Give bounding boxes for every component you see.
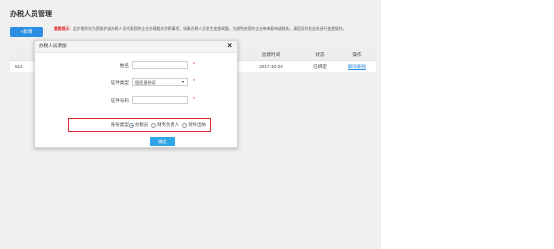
column-header-created: 创建时间	[261, 52, 281, 57]
required-mark: *	[193, 79, 195, 85]
idtype-select[interactable]: 居民身份证	[132, 78, 188, 86]
role-radio-cashier[interactable]: 领导出纳	[182, 122, 206, 128]
unbind-delete-link[interactable]: 解除删除	[348, 64, 366, 69]
add-staff-dialog: 办税人员添加 × 姓名 * 证件类型 居民身份证 * 证件号码 * 身份类型 办…	[34, 40, 238, 148]
page-title: 办税人员管理	[10, 11, 52, 18]
required-mark: *	[193, 62, 195, 68]
column-header-status: 状态	[315, 52, 325, 57]
role-option-label: 办税员	[135, 122, 149, 127]
notice-text: 重要提示：此步操作仅为您维护该办税人员代表您的企业办理相关涉税事项，如果办税人员…	[54, 27, 376, 32]
row-action: 解除删除	[338, 61, 376, 72]
role-option-label: 领导出纳	[188, 122, 206, 127]
radio-selected-icon	[129, 122, 134, 128]
add-button[interactable]: +新增	[10, 27, 43, 37]
row-status: 已绑定	[313, 64, 327, 69]
radio-icon	[151, 122, 157, 128]
close-icon[interactable]: ×	[227, 41, 232, 51]
notice-label: 重要提示：	[54, 27, 73, 31]
idtype-row: 证件类型 居民身份证 *	[35, 78, 239, 88]
name-input[interactable]	[132, 61, 188, 69]
radio-icon	[182, 122, 188, 128]
name-label: 姓名	[119, 63, 129, 68]
idnum-input[interactable]	[132, 96, 188, 104]
column-header-action: 操作	[352, 52, 362, 57]
chevron-down-icon	[182, 81, 184, 83]
idtype-selected: 居民身份证	[135, 80, 156, 85]
dialog-header: 办税人员添加 ×	[35, 41, 237, 53]
name-row: 姓名 *	[35, 61, 239, 71]
role-option-label: 财务负责人	[157, 122, 180, 127]
idnum-label: 证件号码	[110, 98, 129, 103]
confirm-button[interactable]: 确定	[150, 137, 175, 146]
idtype-label: 证件类型	[110, 80, 129, 85]
role-radio-group: 办税员 财务负责人 领导出纳	[129, 120, 209, 130]
role-radio-tax-officer[interactable]: 办税员	[129, 122, 148, 128]
idnum-row: 证件号码 *	[35, 96, 239, 106]
row-created: 2017-10-24	[259, 64, 283, 69]
role-row: 身份类型 办税员 财务负责人 领导出纳	[35, 120, 239, 130]
dialog-title: 办税人员添加	[39, 43, 67, 48]
role-label: 身份类型	[110, 122, 129, 127]
role-radio-finance-head[interactable]: 财务负责人	[151, 122, 179, 128]
notice-body: 此步操作仅为您维护该办税人员代表您的企业办理相关涉税事项，如果办税人员发生变更调…	[72, 27, 347, 31]
required-mark: *	[193, 97, 195, 103]
